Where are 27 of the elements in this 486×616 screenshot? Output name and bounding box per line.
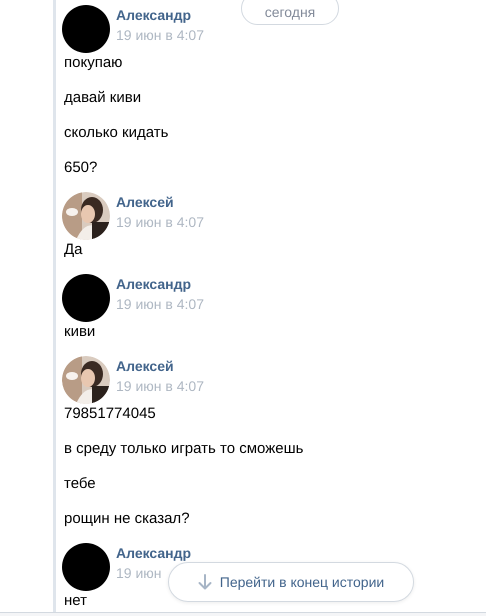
message-time: 19 июн в 4:07 (116, 26, 204, 44)
message-text: 79851774045 (64, 404, 157, 424)
message-text: киви (64, 322, 96, 342)
author-name[interactable]: Александр (116, 544, 192, 562)
message-text: тебе (64, 474, 97, 494)
down-arrow-icon (198, 574, 212, 590)
author-name[interactable]: Александр (116, 6, 204, 24)
avatar (62, 274, 110, 322)
message-text: 650? (64, 158, 98, 178)
avatar (62, 5, 110, 53)
author-name[interactable]: Алексей (116, 193, 204, 211)
jump-to-end-button[interactable]: Перейти в конец истории (168, 562, 414, 602)
author-name[interactable]: Александр (116, 275, 204, 293)
message-text: в среду только играть то сможешь (64, 439, 304, 459)
message-text: давай киви (64, 88, 142, 108)
message-text: покупаю (64, 53, 124, 73)
author-name[interactable]: Алексей (116, 357, 204, 375)
date-pill: сегодня (241, 0, 339, 25)
message-text: нет (64, 591, 88, 611)
message-time: 19 июн в 4:07 (116, 295, 204, 313)
avatar (62, 543, 110, 591)
message-text: Да (64, 240, 84, 260)
message-time: 19 июн в 4:07 (116, 377, 204, 395)
message-text: рощин не сказал? (64, 509, 191, 529)
message-time: 19 июн в 4:07 (116, 213, 204, 231)
message-text: сколько кидать (64, 123, 170, 143)
message-time: 19 июн (116, 564, 163, 582)
